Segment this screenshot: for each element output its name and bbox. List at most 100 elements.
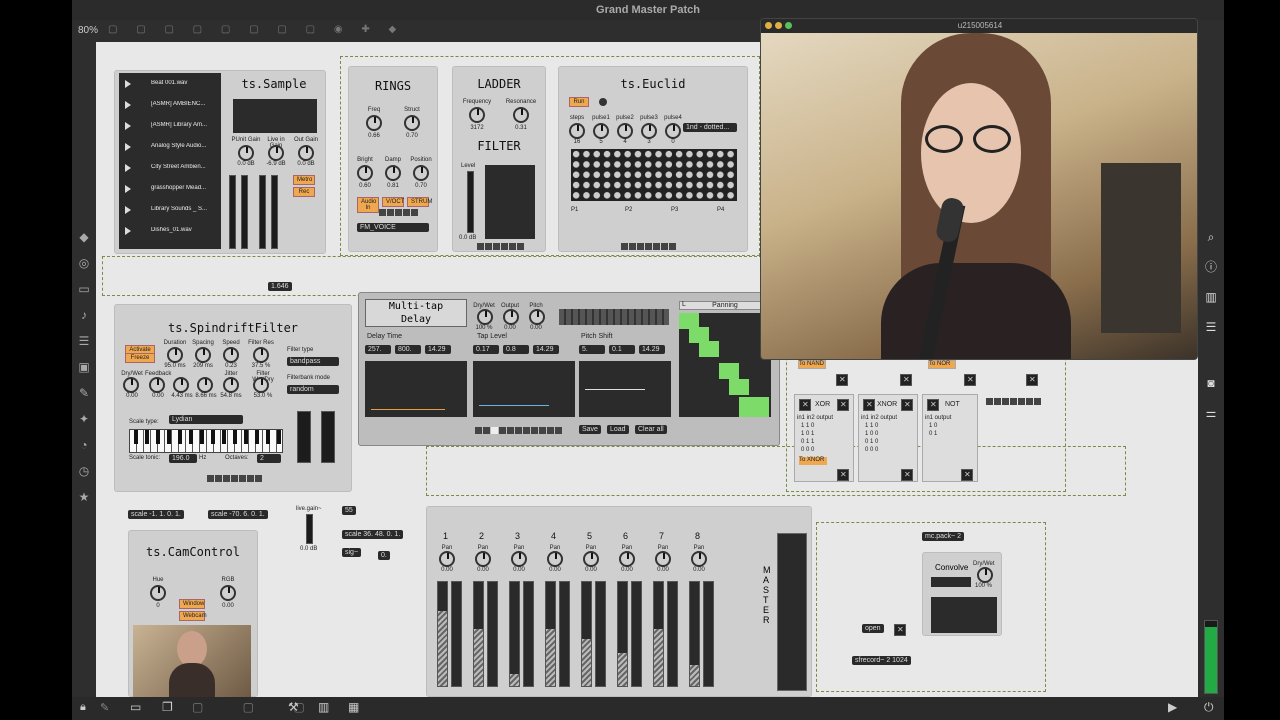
pulse4-knob[interactable] — [665, 123, 681, 139]
number-box[interactable]: 0.1 — [609, 345, 635, 354]
camera-icon[interactable]: ◙ — [1203, 376, 1219, 390]
list-item[interactable]: Beat 001.wav — [121, 75, 219, 93]
star-icon[interactable]: ★ — [76, 490, 92, 504]
to-nor-message[interactable]: To NOR — [928, 360, 956, 369]
pan-knob[interactable] — [655, 551, 671, 567]
number-box[interactable]: 55 — [342, 506, 356, 515]
channel-fader[interactable] — [689, 581, 700, 687]
number-box[interactable]: 14.29 — [533, 345, 559, 354]
window-button[interactable]: Window — [179, 599, 205, 609]
pan-knob[interactable] — [439, 551, 455, 567]
channel-fader[interactable] — [437, 581, 448, 687]
paperclip-icon[interactable]: ✎ — [76, 386, 92, 400]
list-item[interactable]: Analog Style Audio... — [121, 138, 219, 156]
channel-fader[interactable] — [617, 581, 628, 687]
clear-all-button[interactable]: Clear all — [635, 425, 667, 434]
audio-in-button[interactable]: Audio In — [357, 197, 379, 213]
number-box[interactable]: 1.646 — [268, 282, 292, 291]
gain-knob[interactable] — [268, 145, 284, 161]
rgb-knob[interactable] — [220, 585, 236, 601]
waveform-display[interactable] — [233, 99, 317, 133]
duration-knob[interactable] — [167, 347, 183, 363]
jitter-knob[interactable] — [223, 377, 239, 393]
strum-button[interactable]: STRUM — [407, 197, 432, 207]
load-button[interactable]: Load — [607, 425, 629, 434]
number-box[interactable]: 14.29 — [639, 345, 665, 354]
number-box[interactable]: 0.17 — [473, 345, 499, 354]
sig-object[interactable]: sig~ — [342, 548, 362, 557]
filter-type-dropdown[interactable]: bandpass — [287, 357, 339, 366]
list-item[interactable]: City Street Ambien... — [121, 159, 219, 177]
to-nand-message[interactable]: To NAND — [798, 360, 826, 369]
pan-knob[interactable] — [511, 551, 527, 567]
filter-display[interactable] — [485, 165, 535, 239]
window-icon[interactable]: ▭ — [76, 282, 92, 296]
struct-knob[interactable] — [404, 115, 420, 131]
gain-knob[interactable] — [238, 145, 254, 161]
webcam-button[interactable]: Webcam — [179, 611, 207, 621]
freq-knob[interactable] — [366, 115, 382, 131]
panning-display[interactable] — [679, 313, 771, 417]
list-item[interactable]: [ASMR] AMBIENC... — [121, 96, 219, 114]
pulse1-knob[interactable] — [593, 123, 609, 139]
param-knob[interactable] — [197, 377, 213, 393]
edit-icon[interactable]: ✎ — [100, 701, 109, 714]
toggle-button[interactable] — [961, 469, 973, 481]
channel-fader[interactable] — [473, 581, 484, 687]
number-box[interactable]: 0.8 — [503, 345, 529, 354]
scale-object[interactable]: scale -70. 6. 0. 1. — [208, 510, 268, 519]
play-icon[interactable]: ▶ — [1168, 700, 1177, 714]
toggle-button[interactable] — [837, 469, 849, 481]
resonance-knob[interactable] — [513, 107, 529, 123]
power-icon[interactable]: ⏻ — [1204, 700, 1214, 715]
filterbank-dropdown[interactable]: random — [287, 385, 339, 394]
delay-time-display[interactable] — [365, 361, 467, 417]
list-item[interactable]: Library Sounds _ S... — [121, 201, 219, 219]
position-knob[interactable] — [413, 165, 429, 181]
master-volume-meter[interactable] — [1204, 620, 1218, 694]
param-knob[interactable] — [173, 377, 189, 393]
live-gain-meter[interactable] — [306, 514, 313, 544]
mode-dropdown[interactable]: FM_VOICE — [357, 223, 429, 232]
toggle-button[interactable] — [964, 374, 976, 386]
step-grid[interactable] — [571, 149, 737, 201]
history-icon[interactable]: ◔ — [76, 438, 92, 452]
number-box[interactable]: 257. — [365, 345, 391, 354]
scale-object[interactable]: scale 36. 48. 0. 1. — [342, 530, 404, 539]
pan-knob[interactable] — [691, 551, 707, 567]
dimmed-icons[interactable]: ▢ ▢ ▢ — [192, 700, 323, 714]
tonic-value[interactable]: 196.0 — [169, 454, 197, 463]
channel-fader[interactable] — [545, 581, 556, 687]
rate-dropdown[interactable]: 1nd - dotted... — [683, 123, 737, 132]
list-icon[interactable]: ☰ — [76, 334, 92, 348]
toggle-button[interactable] — [836, 374, 848, 386]
pulse2-knob[interactable] — [617, 123, 633, 139]
run-button[interactable]: Run — [569, 97, 589, 107]
windows-icon[interactable]: ❐ — [162, 700, 173, 714]
hue-knob[interactable] — [150, 585, 166, 601]
toggle-button[interactable] — [837, 399, 849, 411]
voct-button[interactable]: V/OCT — [382, 197, 404, 207]
grid-icon[interactable]: ▦ — [348, 700, 359, 714]
wrench-icon[interactable]: ⚒ — [288, 700, 299, 714]
pan-knob[interactable] — [547, 551, 563, 567]
drywet-knob[interactable] — [123, 377, 139, 393]
number-box[interactable]: 0. — [378, 551, 390, 560]
toggle-button[interactable] — [900, 374, 912, 386]
pitch-knob[interactable] — [529, 309, 545, 325]
sliders-icon[interactable]: ⚌ — [1203, 406, 1219, 420]
mcpack-object[interactable]: mc.pack~ 2 — [922, 532, 964, 541]
toggle-button[interactable] — [863, 399, 875, 411]
toggle-button[interactable] — [894, 624, 906, 636]
filter-res-knob[interactable] — [253, 347, 269, 363]
pan-knob[interactable] — [475, 551, 491, 567]
channel-fader[interactable] — [581, 581, 592, 687]
bright-knob[interactable] — [357, 165, 373, 181]
drywet-knob[interactable] — [477, 309, 493, 325]
puzzle-icon[interactable]: ✦ — [76, 412, 92, 426]
presentation-icon[interactable]: ▭ — [130, 700, 141, 714]
toggle-button[interactable] — [927, 399, 939, 411]
pitch-shift-display[interactable] — [579, 361, 671, 417]
channel-fader[interactable] — [509, 581, 520, 687]
pan-knob[interactable] — [583, 551, 599, 567]
